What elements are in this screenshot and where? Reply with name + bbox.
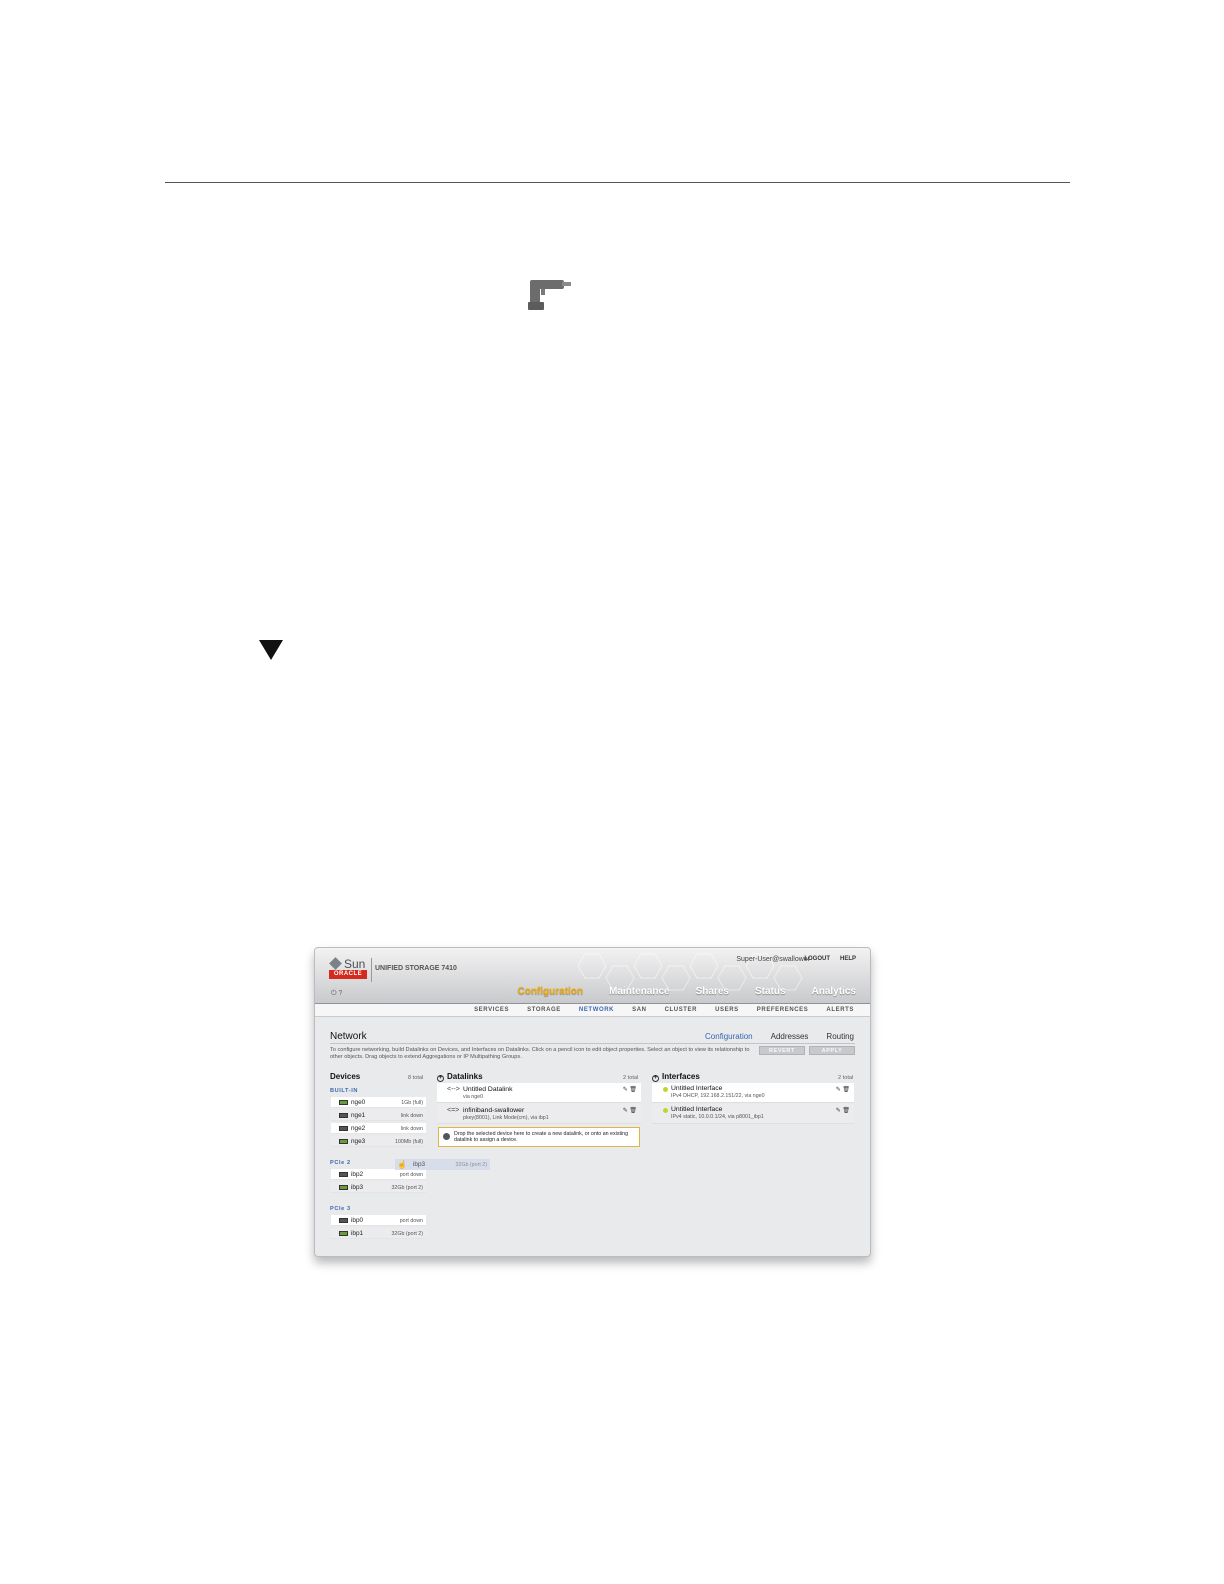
revert-button[interactable]: REVERT <box>759 1046 805 1055</box>
dragging-device[interactable]: ☝ ibp3 32Gb (port 2) <box>395 1159 490 1170</box>
tab-configuration[interactable]: Configuration <box>517 986 583 997</box>
tab-analytics[interactable]: Analytics <box>812 986 856 997</box>
logo-separator <box>371 958 372 982</box>
device-icon <box>339 1172 348 1177</box>
screenshot-network-configuration: Sun ORACLE UNIFIED STORAGE 7410 Super-Us… <box>314 947 871 1257</box>
page-tab-configuration[interactable]: Configuration <box>705 1032 753 1041</box>
edit-delete-icons[interactable]: ✎ 🗑 <box>836 1086 850 1093</box>
tab-maintenance[interactable]: Maintenance <box>609 986 670 997</box>
sub-nav: SERVICES STORAGE NETWORK SAN CLUSTER USE… <box>315 1004 870 1017</box>
edit-delete-icons[interactable]: ✎ 🗑 <box>836 1107 850 1114</box>
user-name: Super-User@swallower <box>736 956 810 963</box>
device-icon <box>339 1218 348 1223</box>
interfaces-count: 2 total <box>838 1075 854 1081</box>
datalink-icon: <--> <box>447 1086 460 1093</box>
add-datalink-icon[interactable]: + <box>437 1075 444 1082</box>
datalinks-count: 2 total <box>623 1075 639 1081</box>
group-label-pcie2: PCIe 2 <box>330 1160 351 1166</box>
datalink-row[interactable]: <=> infiniband-swallower pkey(8001), Lin… <box>437 1104 641 1124</box>
page-tab-routing[interactable]: Routing <box>826 1032 854 1041</box>
page-rule <box>165 182 1070 183</box>
page-tab-addresses[interactable]: Addresses <box>771 1032 809 1041</box>
tab-status[interactable]: Status <box>755 986 786 997</box>
device-row[interactable]: ibp3 32Gb (port 2) <box>331 1182 426 1193</box>
status-dot-icon <box>663 1087 668 1092</box>
subtab-alerts[interactable]: ALERTS <box>826 1007 854 1013</box>
datalink-row[interactable]: <--> Untitled Datalink via nge0 ✎ 🗑 <box>437 1083 641 1103</box>
edit-delete-icons[interactable]: ✎ 🗑 <box>623 1086 637 1093</box>
device-icon <box>339 1113 348 1118</box>
apply-button[interactable]: APPLY <box>809 1046 855 1055</box>
device-row[interactable]: nge0 1Gb (full) <box>331 1097 426 1108</box>
device-row[interactable]: nge1 link down <box>331 1110 426 1121</box>
device-icon <box>339 1100 348 1105</box>
masthead: Sun ORACLE UNIFIED STORAGE 7410 Super-Us… <box>315 948 870 1004</box>
hand-cursor-icon: ☝ <box>397 1160 407 1169</box>
product-name: UNIFIED STORAGE 7410 <box>375 965 457 972</box>
device-row[interactable]: nge2 link down <box>331 1123 426 1134</box>
oracle-logo: ORACLE <box>329 970 367 979</box>
subtab-network[interactable]: NETWORK <box>579 1007 614 1013</box>
page-description: To configure networking, build Datalinks… <box>330 1047 750 1060</box>
devices-title: Devices <box>330 1072 361 1081</box>
subtab-storage[interactable]: STORAGE <box>527 1007 561 1013</box>
info-icon <box>443 1133 450 1140</box>
subtab-preferences[interactable]: PREFERENCES <box>757 1007 809 1013</box>
subtab-cluster[interactable]: CLUSTER <box>665 1007 698 1013</box>
page-title: Network <box>330 1031 367 1042</box>
device-row[interactable]: ibp1 32Gb (port 2) <box>331 1228 426 1239</box>
subtab-users[interactable]: USERS <box>715 1007 739 1013</box>
subtab-services[interactable]: SERVICES <box>474 1007 509 1013</box>
power-help-icons[interactable]: ⏻ ? <box>331 990 342 998</box>
tab-shares[interactable]: Shares <box>696 986 729 997</box>
drill-icon <box>528 280 571 310</box>
datalink-icon: <=> <box>447 1107 460 1114</box>
datalinks-title: + Datalinks <box>437 1072 483 1082</box>
interface-row[interactable]: Untitled Interface IPv4 DHCP, 192.168.2.… <box>652 1083 854 1103</box>
device-row[interactable]: nge3 100Mb (full) <box>331 1136 426 1147</box>
edit-delete-icons[interactable]: ✎ 🗑 <box>623 1107 637 1114</box>
device-icon <box>339 1126 348 1131</box>
group-label-builtin: BUILT-IN <box>330 1088 358 1094</box>
help-link[interactable]: HELP <box>840 956 856 962</box>
logout-link[interactable]: LOGOUT <box>804 956 830 962</box>
sun-logo: Sun <box>329 957 365 971</box>
interfaces-title: + Interfaces <box>652 1072 700 1082</box>
status-dot-icon <box>663 1108 668 1113</box>
page-tabs-divider <box>330 1043 855 1044</box>
datalink-drop-zone[interactable]: Drop the selected device here to create … <box>438 1127 640 1147</box>
main-tabs: Configuration Maintenance Shares Status … <box>517 986 856 997</box>
device-icon <box>339 1139 348 1144</box>
group-label-pcie3: PCIe 3 <box>330 1206 351 1212</box>
add-interface-icon[interactable]: + <box>652 1075 659 1082</box>
device-icon <box>339 1185 348 1190</box>
devices-count: 8 total <box>408 1075 424 1081</box>
page-tabs: Configuration Addresses Routing <box>705 1032 854 1041</box>
interface-row[interactable]: Untitled Interface IPv4 static, 10.0.0.1… <box>652 1104 854 1124</box>
warning-triangle-icon <box>259 640 283 660</box>
device-icon <box>339 1231 348 1236</box>
subtab-san[interactable]: SAN <box>632 1007 646 1013</box>
device-row[interactable]: ibp2 port down <box>331 1169 426 1180</box>
device-row[interactable]: ibp0 port down <box>331 1215 426 1226</box>
